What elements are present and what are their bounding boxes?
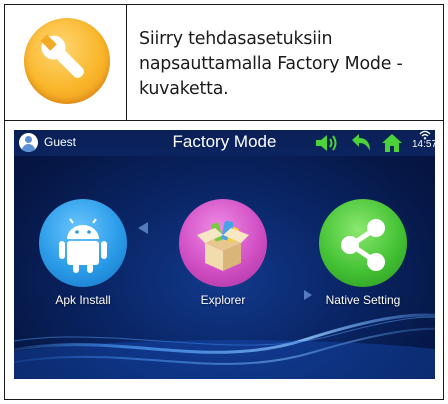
- factory-mode-screen: Guest Factory Mode 14:57 Apk Install Exp…: [14, 130, 435, 379]
- app-label: Explorer: [200, 293, 246, 307]
- back-arrow-icon[interactable]: [350, 133, 372, 153]
- android-icon: [39, 199, 127, 287]
- volume-icon[interactable]: [315, 134, 341, 152]
- app-label: Native Setting: [325, 293, 401, 307]
- share-icon: [319, 199, 407, 287]
- wrench-icon: [24, 18, 110, 104]
- home-icon[interactable]: [381, 133, 403, 153]
- clock: 14:57: [412, 139, 435, 150]
- app-explorer[interactable]: Explorer: [168, 199, 278, 307]
- app-apk-install[interactable]: Apk Install: [28, 199, 138, 307]
- app-label: Apk Install: [55, 293, 111, 307]
- icon-cell: [5, 5, 127, 120]
- app-native-setting[interactable]: Native Setting: [308, 199, 418, 307]
- screenshot-row: Guest Factory Mode 14:57 Apk Install Exp…: [5, 121, 443, 399]
- instruction-table: Siirry tehdasasetuksiin napsauttamalla F…: [4, 4, 444, 400]
- instruction-text: Siirry tehdasasetuksiin napsauttamalla F…: [139, 29, 403, 99]
- status-bar: Guest Factory Mode 14:57: [14, 130, 435, 156]
- instruction-row: Siirry tehdasasetuksiin napsauttamalla F…: [5, 5, 443, 121]
- box-icon: [179, 199, 267, 287]
- text-cell: Siirry tehdasasetuksiin napsauttamalla F…: [127, 5, 443, 120]
- decor-triangle-left: [138, 222, 148, 234]
